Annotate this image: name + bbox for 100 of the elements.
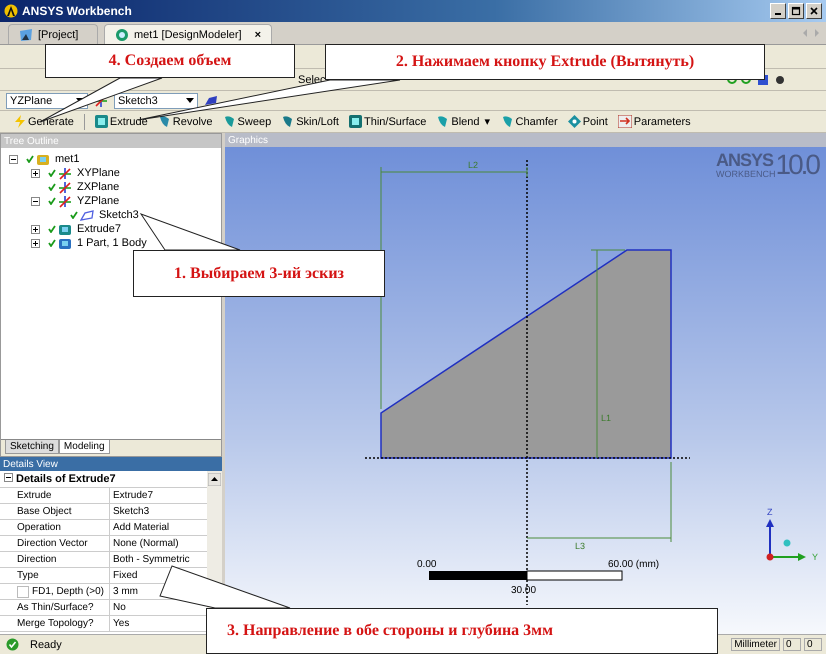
minimize-button[interactable] [770,3,786,19]
property-value[interactable]: Extrude7 [110,488,207,503]
cube-icon [58,236,72,250]
scale-label: 60.00 (mm) [608,559,660,570]
axes-icon [58,194,72,208]
close-icon [809,6,819,16]
status-text: Ready [30,638,62,650]
feature-icon [436,115,450,128]
scroll-up-icon[interactable] [208,473,221,486]
property-label: As Thin/Surface? [14,600,110,615]
property-label: Base Object [14,504,110,519]
dimension-label: L1 [601,413,612,423]
extrude-icon [94,115,108,128]
window-title: ANSYS Workbench [22,4,132,18]
parameters-icon [618,115,632,128]
point-icon [568,115,581,128]
feature-icon [158,115,171,128]
property-label: Merge Topology? [14,616,110,631]
tree-item[interactable]: Sketch3 [99,209,139,221]
toolbar-button[interactable]: Thin/Surface [349,115,426,128]
toolbar-button[interactable]: Generate [14,115,74,128]
modeler-icon [115,28,129,42]
check-icon [70,211,78,219]
panel-header: Details View [0,457,222,471]
tree-item[interactable]: Extrude7 [77,223,122,235]
tree-item[interactable]: ZXPlane [77,181,120,193]
scale-label: 0.00 [417,559,436,570]
tab[interactable]: [Project] [8,24,98,44]
feature-icon [222,115,236,128]
property-value[interactable]: None (Normal) [110,536,207,551]
panel-header: Graphics [225,133,826,147]
axis-label: Y [812,552,818,562]
dimension-label: L3 [575,541,586,551]
property-label: Operation [14,520,110,535]
property-value[interactable]: Add Material [110,520,207,535]
ok-icon [6,638,19,651]
minimize-icon [775,13,781,15]
toolbar-button[interactable]: Revolve [158,115,213,128]
scale-label: 30.00 [511,585,536,596]
property-label: Type [14,568,110,583]
axis-triad-drawing [766,519,806,561]
property-label: FD1, Depth (>0) [14,584,110,599]
tab[interactable]: Modeling [58,440,110,454]
callout-label: 2. Нажимаем кнопку Extrude (Вытянуть) [325,44,765,80]
tree-item[interactable]: XYPlane [77,167,120,179]
units-field: Millimeter [731,638,780,651]
property-value[interactable]: Fixed [110,568,207,583]
new-sketch-icon[interactable] [204,94,218,106]
logo-version: 10.0 [776,151,818,179]
expand-icon[interactable] [31,238,40,248]
dimension-label: L2 [468,160,478,170]
status-field: 0 [783,638,801,651]
toolbar-button[interactable]: Parameters [618,115,691,128]
property-label: Direction [14,552,110,567]
details-heading: Details of Extrude7 [16,473,116,485]
sketch-icon [80,208,94,222]
panel-header: Tree Outline [1,134,221,148]
property-value[interactable]: No [110,600,207,615]
check-icon [26,155,34,163]
checkbox[interactable] [17,586,29,598]
expand-icon[interactable] [31,224,40,234]
callout-label: 4. Создаем объем [45,44,295,78]
toolbar-button[interactable]: Skin/Loft [281,115,339,128]
tab[interactable]: met1 [DesignModeler] × [104,24,272,44]
axes-icon [58,166,72,180]
tree-item[interactable]: met1 [55,153,80,165]
feature-icon [500,115,514,128]
collapse-icon[interactable] [9,154,18,164]
extrude-icon [349,115,362,128]
toolbar-button[interactable]: Extrude [94,115,148,128]
tree-item[interactable]: 1 Part, 1 Body [77,237,147,249]
collapse-icon[interactable] [4,473,13,485]
axes-icon [58,180,72,194]
maximize-button[interactable] [788,3,804,19]
property-label: Direction Vector [14,536,110,551]
toolbar-button[interactable]: Blend ▾ [436,115,491,128]
expand-icon[interactable] [31,168,40,178]
extrude-icon [58,222,72,236]
property-value[interactable]: Sketch3 [110,504,207,519]
toolbar-button[interactable]: Chamfer [500,115,558,128]
tree-item[interactable]: YZPlane [77,195,120,207]
toolbar-button[interactable]: Sweep [222,115,272,128]
close-button[interactable] [806,3,822,19]
property-value[interactable]: Both - Symmetric [110,552,207,567]
logo-text: ANSYS [716,151,774,170]
folder-icon [19,28,33,42]
status-field: 0 [804,638,822,651]
collapse-icon[interactable] [31,196,40,206]
property-value[interactable]: Yes [110,616,207,631]
axis-label: Z [767,507,772,517]
app-logo-icon [4,4,18,18]
tab[interactable]: Sketching [5,440,59,454]
toolbar-button[interactable]: Point [568,115,608,128]
feature-icon [281,115,294,128]
part-icon [36,152,50,166]
logo-text: WORKBENCH [716,170,776,179]
lightning-icon [14,115,26,128]
property-label: Extrude [14,488,110,503]
sketch-dropdown[interactable]: Sketch3 [114,92,198,108]
maximize-icon [791,6,801,16]
